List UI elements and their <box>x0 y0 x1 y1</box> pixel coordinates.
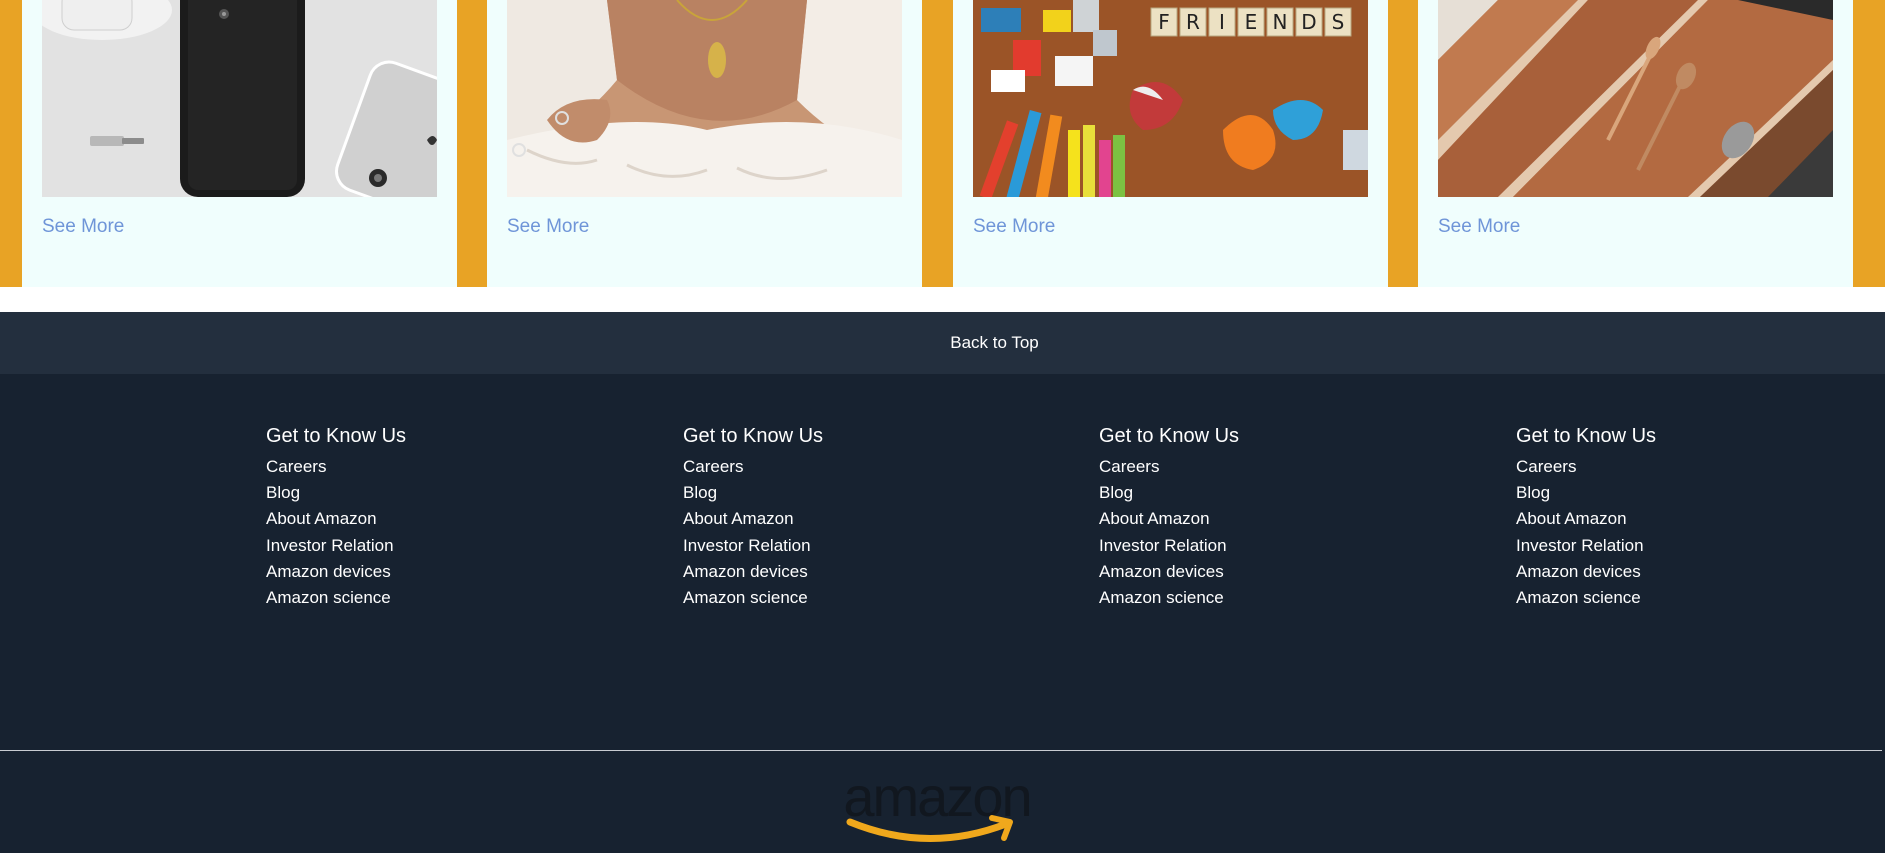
footer-column: Get to Know Us Careers Blog About Amazon… <box>266 424 406 611</box>
see-more-link[interactable]: See More <box>1438 216 1520 238</box>
svg-text:D: D <box>1301 10 1316 34</box>
footer-heading: Get to Know Us <box>266 425 407 447</box>
product-image[interactable] <box>42 0 437 197</box>
footer-heading: Get to Know Us <box>1099 425 1240 447</box>
footer-link-about-amazon[interactable]: About Amazon <box>683 506 823 532</box>
see-more-link[interactable]: See More <box>42 216 124 238</box>
footer-link-blog[interactable]: Blog <box>683 480 823 506</box>
footer-link-amazon-devices[interactable]: Amazon devices <box>683 559 823 585</box>
footer-link-list: Careers Blog About Amazon Investor Relat… <box>266 454 406 611</box>
see-more-link[interactable]: See More <box>507 216 589 238</box>
footer-column: Get to Know Us Careers Blog About Amazon… <box>683 424 823 611</box>
see-more-link[interactable]: See More <box>973 216 1055 238</box>
footer-link-careers[interactable]: Careers <box>1516 454 1656 480</box>
product-card: See More <box>22 0 457 287</box>
toys-photo: F R I E N D S <box>973 0 1368 197</box>
phones-photo <box>42 0 437 197</box>
footer-link-blog[interactable]: Blog <box>1099 480 1239 506</box>
footer-link-amazon-devices[interactable]: Amazon devices <box>1516 559 1656 585</box>
drawer-photo <box>1438 0 1833 197</box>
footer-link-careers[interactable]: Careers <box>1099 454 1239 480</box>
footer-link-about-amazon[interactable]: About Amazon <box>1516 506 1656 532</box>
footer-column: Get to Know Us Careers Blog About Amazon… <box>1099 424 1239 611</box>
product-card: See More <box>1418 0 1853 287</box>
product-image[interactable] <box>507 0 902 197</box>
footer-link-amazon-science[interactable]: Amazon science <box>1516 585 1656 611</box>
footer-link-investor-relation[interactable]: Investor Relation <box>266 533 406 559</box>
footer-link-about-amazon[interactable]: About Amazon <box>266 506 406 532</box>
footer-link-investor-relation[interactable]: Investor Relation <box>683 533 823 559</box>
footer-link-investor-relation[interactable]: Investor Relation <box>1099 533 1239 559</box>
footer-divider <box>0 750 1882 751</box>
footer-link-amazon-devices[interactable]: Amazon devices <box>1099 559 1239 585</box>
back-to-top-link[interactable]: Back to Top <box>950 333 1039 353</box>
footer-link-list: Careers Blog About Amazon Investor Relat… <box>683 454 823 611</box>
footer-link-amazon-science[interactable]: Amazon science <box>1099 585 1239 611</box>
amazon-logo[interactable]: amazon <box>828 772 1046 844</box>
product-image[interactable] <box>1438 0 1833 197</box>
letter-tiles: F R I E N D S <box>1150 7 1352 37</box>
footer-link-careers[interactable]: Careers <box>266 454 406 480</box>
svg-text:E: E <box>1245 10 1258 34</box>
product-card: F R I E N D S See More <box>953 0 1388 287</box>
footer: Get to Know Us Careers Blog About Amazon… <box>0 374 1885 853</box>
section-spacer <box>0 287 1885 312</box>
footer-column: Get to Know Us Careers Blog About Amazon… <box>1516 424 1656 611</box>
product-card: See More <box>487 0 922 287</box>
footer-heading: Get to Know Us <box>683 425 824 447</box>
svg-text:N: N <box>1273 10 1288 34</box>
footer-link-list: Careers Blog About Amazon Investor Relat… <box>1516 454 1656 611</box>
footer-link-blog[interactable]: Blog <box>266 480 406 506</box>
footer-link-list: Careers Blog About Amazon Investor Relat… <box>1099 454 1239 611</box>
product-image[interactable]: F R I E N D S <box>973 0 1368 197</box>
footer-link-careers[interactable]: Careers <box>683 454 823 480</box>
svg-text:S: S <box>1332 10 1345 34</box>
footer-link-about-amazon[interactable]: About Amazon <box>1099 506 1239 532</box>
product-card-strip: See More See More F R I E N D S See More… <box>0 0 1885 287</box>
footer-link-blog[interactable]: Blog <box>1516 480 1656 506</box>
svg-text:R: R <box>1186 10 1200 34</box>
footer-heading: Get to Know Us <box>1516 425 1657 447</box>
back-to-top-bar[interactable]: Back to Top <box>0 312 1885 374</box>
footer-link-amazon-devices[interactable]: Amazon devices <box>266 559 406 585</box>
svg-text:I: I <box>1219 10 1225 34</box>
svg-text:F: F <box>1158 10 1170 34</box>
footer-link-amazon-science[interactable]: Amazon science <box>683 585 823 611</box>
jewelry-photo <box>507 0 902 197</box>
footer-link-amazon-science[interactable]: Amazon science <box>266 585 406 611</box>
footer-link-investor-relation[interactable]: Investor Relation <box>1516 533 1656 559</box>
